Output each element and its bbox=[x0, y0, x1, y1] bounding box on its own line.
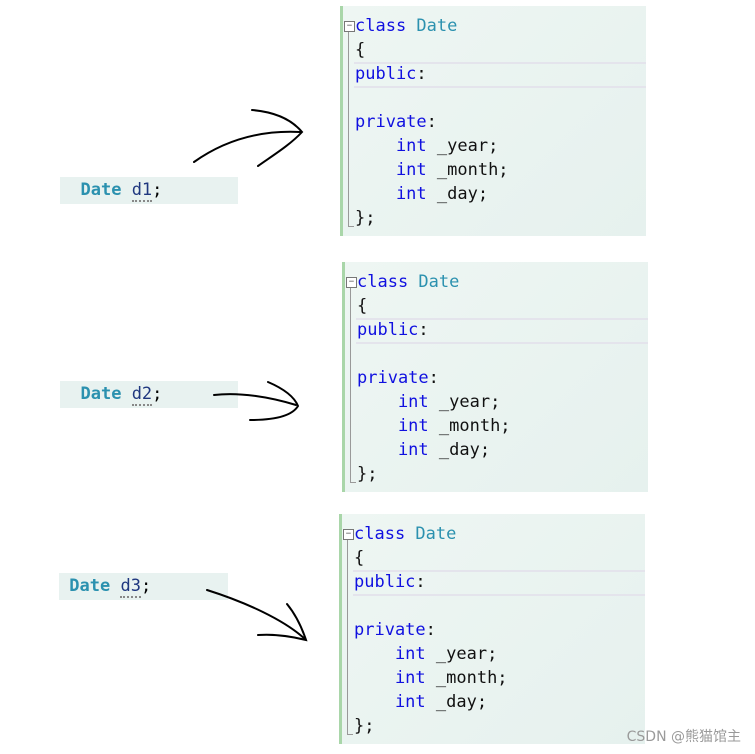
arrows bbox=[193, 109, 308, 642]
arrow-2 bbox=[213, 381, 300, 421]
arrow-1 bbox=[193, 109, 304, 167]
arrow-3 bbox=[206, 589, 308, 642]
watermark: CSDN @熊猫馆主 bbox=[626, 729, 741, 745]
